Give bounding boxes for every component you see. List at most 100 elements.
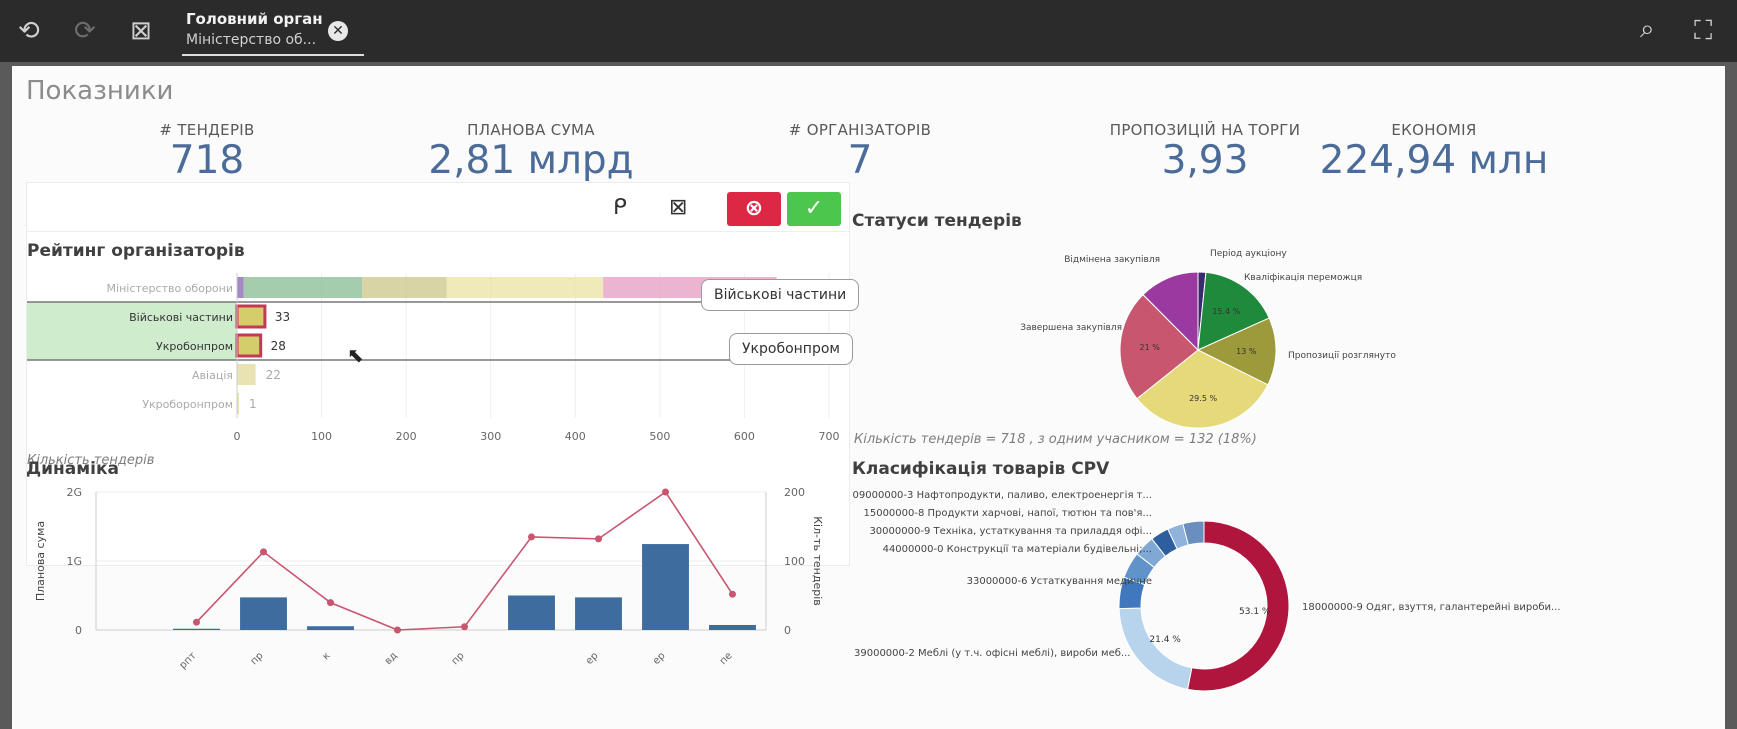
- kpi-savings[interactable]: ЕКОНОМІЯ 224,94 млн: [1284, 121, 1584, 183]
- statuses-pie-chart[interactable]: Період аукціону 15.4 % Кваліфікація перемо…: [852, 238, 1552, 448]
- confirm-selection-button[interactable]: ✓: [787, 192, 841, 226]
- bar-value-label: 28: [271, 339, 286, 353]
- slice-value-label: 53.1 %: [1239, 607, 1271, 617]
- x-tick-label: 100: [311, 430, 332, 443]
- step-back-icon[interactable]: ⟲: [18, 18, 40, 44]
- bar: [237, 364, 256, 385]
- dynamics-combo-chart[interactable]: 0 1G 2G 0 100 200 Планова сума Кіл-ть тендерів р…: [26, 484, 846, 729]
- x-tick-label: пе: [718, 650, 735, 667]
- clear-selection-icon[interactable]: ⊠: [669, 195, 687, 220]
- kpi-label: # ТЕНДЕРІВ: [159, 121, 255, 139]
- kpi-organizers[interactable]: # ОРГАНІЗАТОРІВ 7: [710, 121, 1010, 183]
- slice-value-label: 21 %: [1140, 343, 1161, 352]
- x-tick-label: 300: [480, 430, 501, 443]
- x-tick-label: рпт: [178, 650, 199, 671]
- bar: [240, 597, 287, 630]
- category-label: Укробонпром: [156, 340, 233, 353]
- x-tick-label: 0: [234, 430, 241, 443]
- legend-label: 15000000-8 Продукти харчові, напої, тютю…: [863, 507, 1152, 519]
- line-point: [394, 626, 401, 634]
- bar-segment: [362, 277, 447, 298]
- kpi-value: 224,94 млн: [1319, 138, 1549, 183]
- bar-segment: [243, 277, 363, 298]
- legend-label: 44000000-0 Конструкції та матеріали буді…: [883, 543, 1152, 555]
- slice-value-label: 21.4 %: [1149, 635, 1181, 645]
- kpi-value: 2,81 млрд: [428, 138, 634, 183]
- organizers-title: Рейтинг організаторів: [27, 241, 245, 261]
- kpi-label: ПЛАНОВА СУМА: [467, 121, 595, 139]
- selection-toolbar: ᑭ ⊠ ⊗ ✓: [27, 183, 849, 232]
- line-point: [662, 488, 669, 496]
- kpi-tenders[interactable]: # ТЕНДЕРІВ 718: [57, 121, 357, 183]
- x-tick-label: 700: [819, 430, 840, 443]
- slice-value-label: 15.4 %: [1212, 307, 1240, 316]
- y2-axis-title: Кіл-ть тендерів: [811, 516, 824, 606]
- lasso-icon[interactable]: ᑭ: [613, 195, 627, 220]
- line-point: [528, 533, 535, 541]
- y2-tick-label: 100: [784, 555, 805, 568]
- slice-name-label: Завершена закупівля: [1020, 323, 1122, 333]
- category-label: Укроборонпром: [142, 398, 233, 411]
- clear-selection-icon[interactable]: ✕: [328, 21, 348, 41]
- legend-label: 33000000-6 Устаткування медичне: [967, 576, 1152, 587]
- bar: [709, 624, 756, 630]
- slice-value-label: 29.5 %: [1189, 394, 1217, 403]
- bar: [235, 333, 263, 358]
- step-forward-icon[interactable]: ⟳: [74, 18, 96, 44]
- bar-segment: [237, 277, 244, 298]
- selections-tool-icon[interactable]: ⛶: [1694, 18, 1712, 44]
- x-tick-label: к: [321, 650, 333, 662]
- x-tick-label: ер: [651, 650, 668, 667]
- search-icon[interactable]: ⌕: [1640, 16, 1655, 42]
- statuses-footnote: Кількість тендерів = 718 , з одним учасн…: [854, 432, 1257, 447]
- slice-name-label: Кваліфікація переможця: [1244, 273, 1362, 283]
- cancel-selection-button[interactable]: ⊗: [727, 192, 781, 226]
- slice-name-label: Відмінена закупівля: [1064, 255, 1160, 265]
- line-point: [193, 618, 200, 626]
- cursor-icon: ⬉: [347, 343, 364, 367]
- category-label: Міністерство оборони: [107, 282, 233, 295]
- slice-name-label: Період аукціону: [1210, 249, 1287, 259]
- current-selection-chip[interactable]: Головний орган Міністерство об... ✕: [182, 10, 364, 56]
- bar: [575, 597, 622, 630]
- clear-all-selections-icon[interactable]: ⊠: [130, 18, 152, 44]
- kpi-planned-sum[interactable]: ПЛАНОВА СУМА 2,81 млрд: [381, 121, 681, 183]
- x-tick-label: вд: [383, 650, 400, 667]
- y-tick-label: 1G: [66, 555, 82, 568]
- callout-ukrobonprom: Укробонпром: [729, 333, 853, 365]
- kpi-value: 7: [847, 138, 873, 183]
- bar-value-label: 1: [249, 397, 257, 411]
- legend-label: 30000000-9 Техніка, устаткування та прил…: [869, 525, 1152, 537]
- cpv-title: Класифікація товарів CPV: [852, 459, 1110, 479]
- bar: [508, 595, 555, 630]
- bar: [642, 544, 689, 630]
- x-tick-label: 400: [565, 430, 586, 443]
- x-tick-label: 600: [734, 430, 755, 443]
- x-tick-label: ер: [584, 650, 601, 667]
- callout-military-units: Військові частини: [701, 279, 860, 311]
- x-tick-label: 500: [649, 430, 670, 443]
- line-point: [461, 623, 468, 631]
- selection-field-label: Головний орган: [186, 10, 323, 28]
- kpi-label: # ОРГАНІЗАТОРІВ: [788, 121, 932, 139]
- page-title: Показники: [26, 76, 174, 106]
- y-axis-title: Планова сума: [34, 521, 47, 601]
- line-point: [260, 548, 267, 556]
- y2-tick-label: 200: [784, 486, 805, 499]
- bar-value-label: 22: [266, 368, 281, 382]
- bar: [173, 628, 220, 630]
- bar-value-label: 33: [275, 310, 290, 324]
- selection-value-label: Міністерство об...: [186, 32, 317, 48]
- legend-label: 18000000-9 Одяг, взуття, галантерейні ви…: [1302, 601, 1561, 613]
- toolbar: ⟲ ⟳ ⊠ Головний орган Міністерство об... …: [0, 0, 1737, 62]
- cpv-donut-chart[interactable]: 53.1 % 21.4 % 09000000-3 Нафтопродукти, па…: [852, 484, 1725, 729]
- x-tick-label: 200: [396, 430, 417, 443]
- x-tick-label: пр: [450, 650, 467, 667]
- category-label: Авіація: [192, 369, 233, 382]
- slice-name-label: Пропозиції розглянуто: [1288, 351, 1396, 361]
- category-label: Військові частини: [129, 311, 233, 324]
- kpi-label: ЕКОНОМІЯ: [1391, 121, 1477, 139]
- line-point: [327, 599, 334, 607]
- line-point: [729, 590, 736, 598]
- legend-label: 09000000-3 Нафтопродукти, паливо, електр…: [853, 489, 1152, 501]
